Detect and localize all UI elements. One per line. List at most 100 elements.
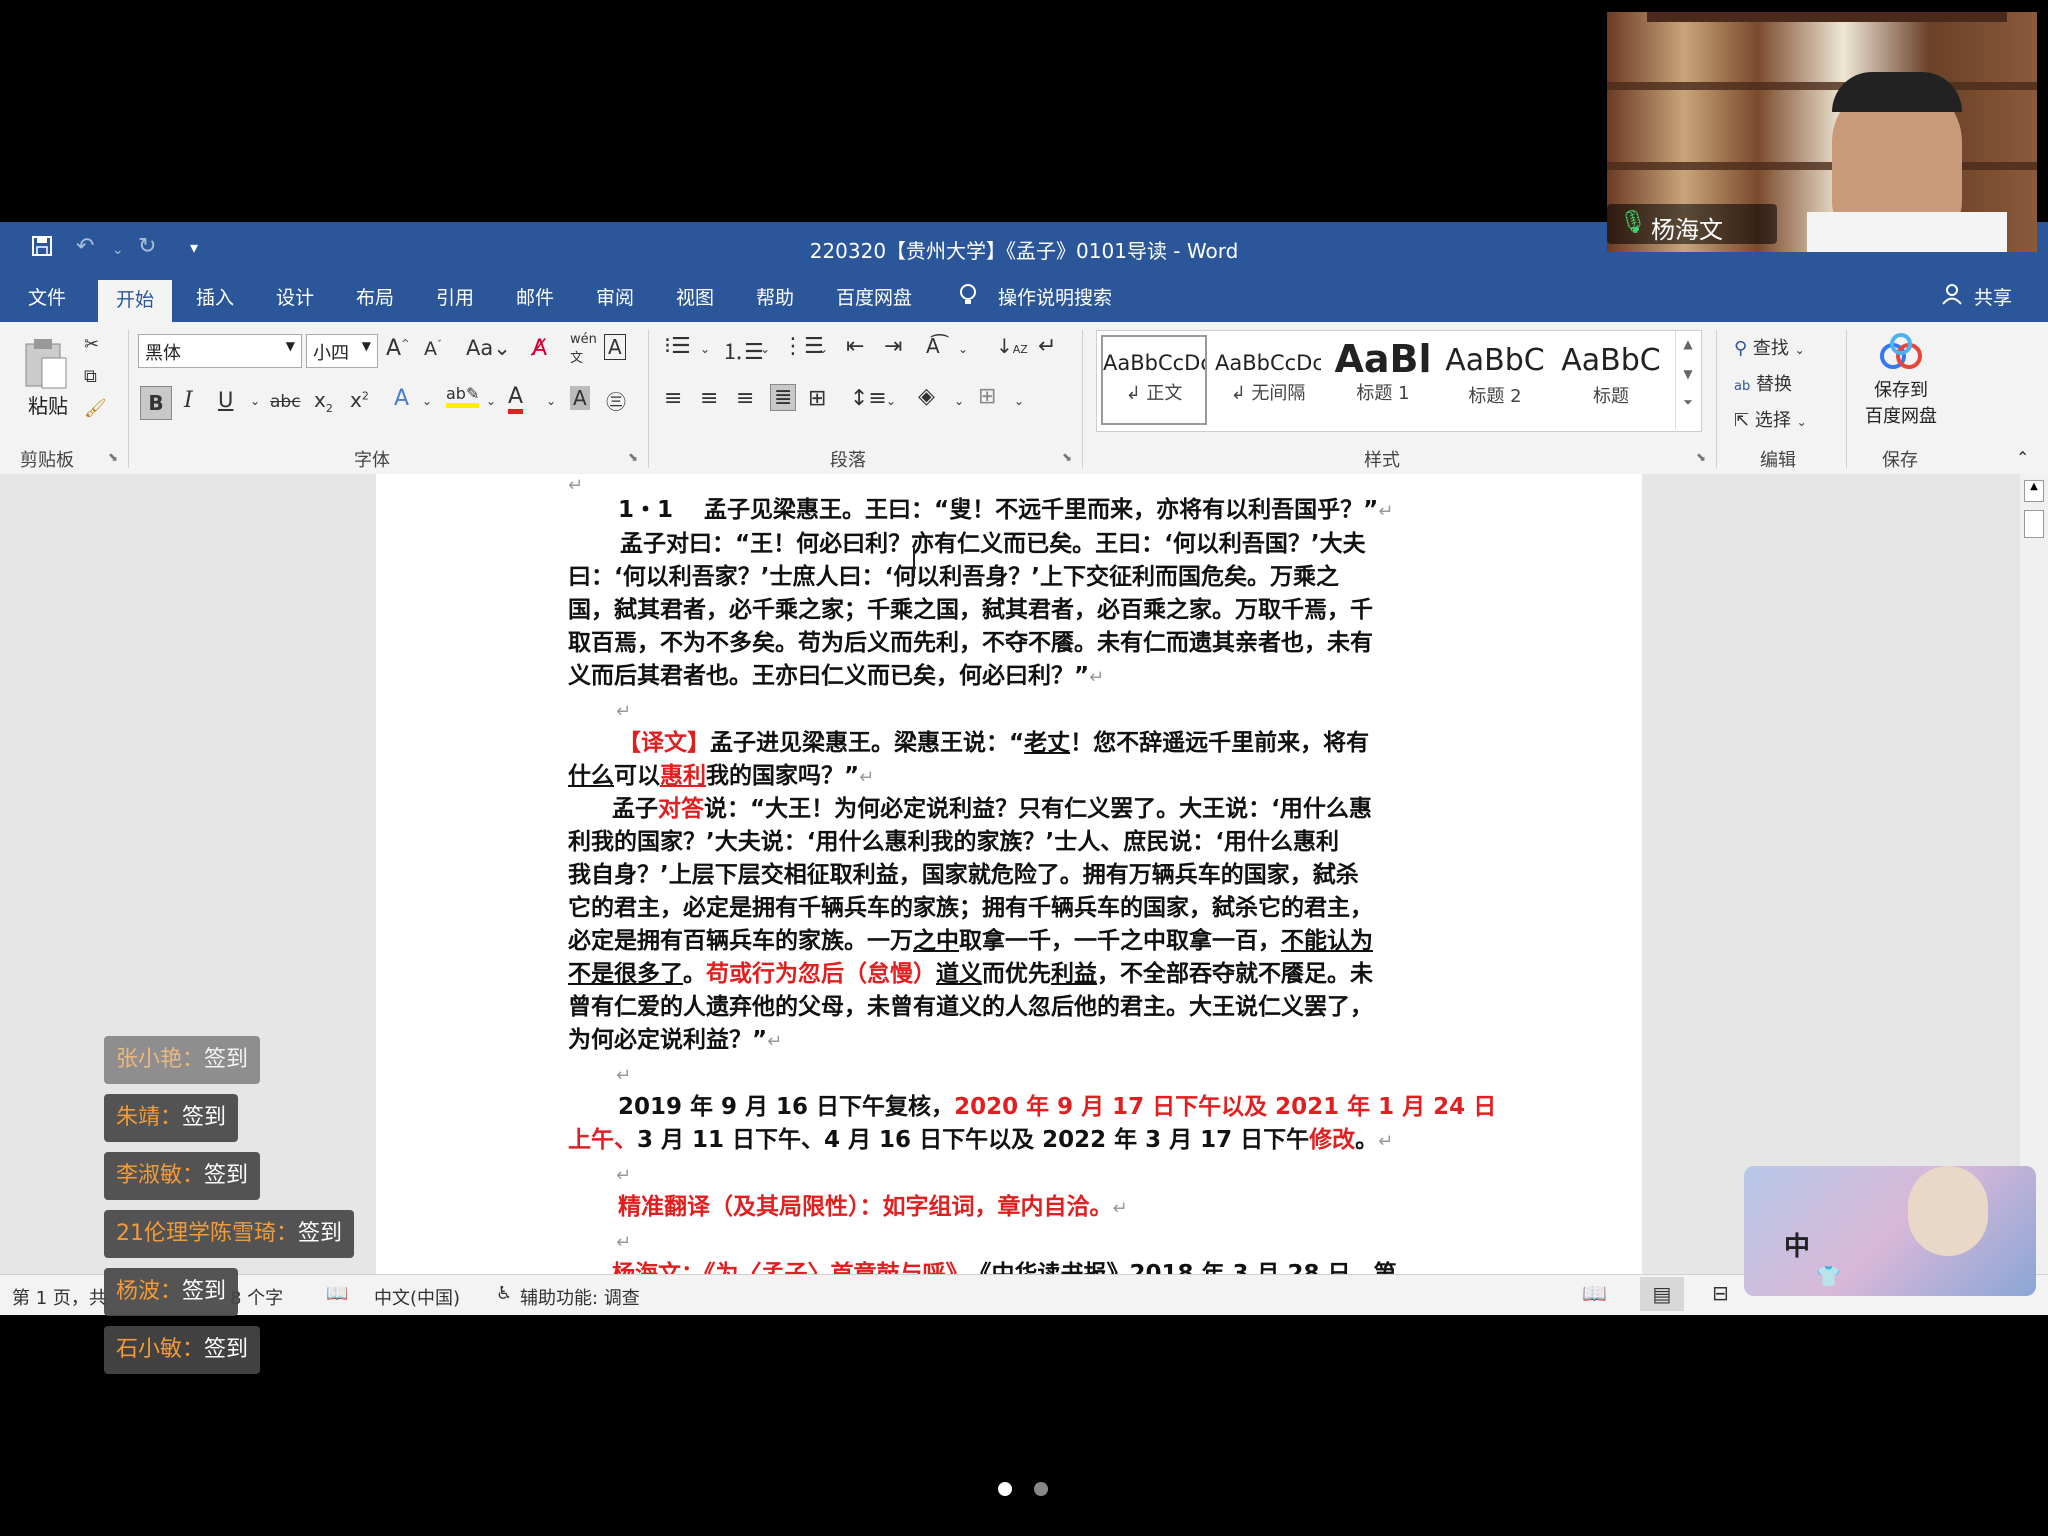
show-marks-icon[interactable]: ↵: [1038, 334, 1056, 359]
styles-scroll[interactable]: ▲ ▼ ⏷: [1675, 331, 1700, 429]
print-layout-icon[interactable]: ▤: [1640, 1277, 1684, 1311]
doc-text: 必定是拥有百辆兵车的家族。一万: [568, 928, 913, 954]
page-indicator-active[interactable]: [998, 1482, 1012, 1496]
scroll-thumb[interactable]: [2024, 510, 2044, 538]
grow-font-icon[interactable]: A^: [386, 336, 409, 361]
vertical-scrollbar[interactable]: ▲: [2020, 474, 2048, 1274]
underline-button[interactable]: U: [218, 388, 233, 412]
chevron-down-icon[interactable]: ⌄: [886, 394, 896, 408]
chevron-down-icon[interactable]: ⌄: [700, 342, 710, 356]
chevron-down-icon[interactable]: ⌄: [1014, 394, 1024, 408]
tab-layout[interactable]: 布局: [356, 283, 394, 310]
shirt-icon[interactable]: 👕: [1816, 1264, 1841, 1288]
collapse-ribbon-icon[interactable]: ⌃: [2016, 448, 2029, 467]
bullets-icon[interactable]: ⁝☰: [664, 334, 691, 359]
font-launcher-icon[interactable]: ⬊: [628, 450, 638, 464]
speaker-video[interactable]: 🎙 杨海文: [1607, 12, 2037, 252]
borders-icon[interactable]: ⊞: [978, 384, 996, 409]
justify-icon[interactable]: ≣: [770, 384, 797, 411]
proofing-icon[interactable]: 📖: [326, 1283, 348, 1304]
tab-help[interactable]: 帮助: [756, 283, 794, 310]
chevron-down-icon[interactable]: ⌄: [422, 394, 432, 408]
tab-home[interactable]: 开始: [98, 280, 173, 322]
find-button[interactable]: ⚲ 查找 ⌄: [1734, 334, 1805, 360]
style-heading-1[interactable]: AaBl 标题 1: [1333, 337, 1433, 427]
clipboard-launcher-icon[interactable]: ⬊: [108, 450, 118, 464]
phonetic-guide-icon[interactable]: wén 文: [570, 332, 597, 366]
font-size-field[interactable]: 小四 ▼: [306, 334, 378, 368]
font-color-icon[interactable]: A: [508, 384, 524, 414]
tab-baidu-netdisk[interactable]: 百度网盘: [836, 283, 912, 310]
scroll-up-icon[interactable]: ▲: [2024, 480, 2044, 502]
page-indicator[interactable]: [1034, 1482, 1048, 1496]
accessibility-status[interactable]: 辅助功能: 调查: [520, 1284, 640, 1310]
line-spacing-icon[interactable]: ↕≡: [850, 386, 887, 411]
language[interactable]: 中文(中国): [374, 1284, 460, 1310]
tab-design[interactable]: 设计: [276, 283, 314, 310]
tab-view[interactable]: 视图: [676, 283, 714, 310]
strikethrough-button[interactable]: abc: [270, 392, 301, 412]
subscript-button[interactable]: x2: [314, 388, 333, 415]
styles-launcher-icon[interactable]: ⬊: [1696, 450, 1706, 464]
tell-me-search[interactable]: 操作说明搜索: [998, 283, 1112, 310]
save-to-baidu-button[interactable]: 保存到 百度网盘: [1858, 332, 1944, 428]
align-left-icon[interactable]: ≡: [664, 386, 682, 411]
shading-icon[interactable]: ◈: [918, 384, 935, 409]
sort-icon[interactable]: ↓AZ: [996, 334, 1028, 358]
chevron-down-icon[interactable]: ⌄: [760, 342, 770, 356]
tab-mailings[interactable]: 邮件: [516, 283, 554, 310]
chevron-down-icon[interactable]: ▼: [1676, 367, 1700, 381]
italic-button[interactable]: I: [184, 388, 193, 413]
chevron-down-icon[interactable]: ⌄: [486, 394, 496, 408]
chinese-layout-icon[interactable]: A͡: [926, 334, 940, 358]
style-heading-2[interactable]: AaBbC 标题 2: [1443, 337, 1547, 427]
clear-formatting-icon[interactable]: A̸: [532, 336, 547, 361]
tab-file[interactable]: 文件: [28, 283, 66, 310]
align-right-icon[interactable]: ≡: [736, 386, 754, 411]
doc-text: 杨海文：《为〈孟子〉首章鼓与呼》: [612, 1261, 957, 1274]
style-title[interactable]: AaBbC 标题: [1559, 337, 1663, 427]
superscript-button[interactable]: x2: [350, 388, 369, 412]
shrink-font-icon[interactable]: Aˇ: [424, 338, 442, 360]
select-button[interactable]: ⇱ 选择 ⌄: [1734, 406, 1807, 432]
chevron-down-icon[interactable]: ⌄: [546, 394, 556, 408]
chevron-down-icon[interactable]: ⌄: [818, 342, 828, 356]
font-name-field[interactable]: 黑体 ▼: [138, 334, 302, 368]
numbering-icon[interactable]: ⒈☰: [722, 334, 764, 366]
chat-text: 签到: [204, 1337, 249, 1362]
chevron-down-icon[interactable]: ⌄: [954, 394, 964, 408]
text-effects-icon[interactable]: A: [394, 386, 409, 411]
more-styles-icon[interactable]: ⏷: [1676, 395, 1700, 410]
copy-icon[interactable]: ⧉: [84, 366, 97, 387]
paste-button[interactable]: 粘贴: [18, 336, 78, 418]
bold-button[interactable]: B: [140, 386, 172, 420]
chevron-down-icon[interactable]: ⌄: [958, 342, 968, 356]
chevron-down-icon[interactable]: ⌄: [250, 394, 260, 408]
tab-insert[interactable]: 插入: [196, 283, 234, 310]
character-border-icon[interactable]: A: [604, 334, 626, 360]
decrease-indent-icon[interactable]: ⇤: [846, 334, 864, 359]
page-count[interactable]: 第 1 页，共: [12, 1284, 107, 1310]
distributed-icon[interactable]: ⊞: [808, 386, 826, 411]
character-shading-icon[interactable]: A: [570, 386, 590, 410]
paragraph-mark-icon: ↵: [1378, 501, 1394, 522]
chevron-up-icon[interactable]: ▲: [1676, 337, 1700, 351]
tab-review[interactable]: 审阅: [596, 283, 634, 310]
ime-mode-indicator[interactable]: 中: [1784, 1226, 1810, 1263]
align-center-icon[interactable]: ≡: [700, 386, 718, 411]
enclose-characters-icon[interactable]: ㊂: [606, 386, 626, 415]
share-button[interactable]: 共享: [1974, 283, 2012, 310]
ime-widget[interactable]: 中 👕: [1744, 1166, 2036, 1296]
paragraph-launcher-icon[interactable]: ⬊: [1062, 450, 1072, 464]
web-layout-icon[interactable]: ⊟: [1712, 1281, 1729, 1305]
cut-icon[interactable]: ✂: [84, 334, 99, 355]
replace-button[interactable]: ab 替换: [1734, 370, 1792, 396]
increase-indent-icon[interactable]: ⇥: [884, 334, 902, 359]
style-no-spacing[interactable]: AaBbCcDc ↲ 无间隔: [1215, 337, 1321, 427]
format-painter-icon[interactable]: 🖌: [84, 398, 107, 419]
read-mode-icon[interactable]: 📖: [1582, 1281, 1607, 1305]
highlight-icon[interactable]: ab✎: [446, 384, 480, 408]
style-normal[interactable]: AaBbCcDc ↲ 正文: [1101, 335, 1207, 425]
change-case-button[interactable]: Aa⌄: [466, 336, 511, 360]
tab-references[interactable]: 引用: [436, 283, 474, 310]
